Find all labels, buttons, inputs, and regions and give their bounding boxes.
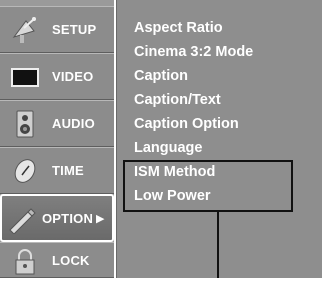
- submenu-item-caption-text[interactable]: Caption/Text: [134, 92, 221, 108]
- chevron-right-icon: ▶: [96, 212, 105, 225]
- menu-item-video[interactable]: VIDEO: [0, 53, 114, 100]
- tv-screen-icon: [10, 62, 40, 92]
- menu-item-label: AUDIO: [52, 116, 95, 131]
- submenu-item-language[interactable]: Language: [134, 140, 202, 156]
- submenu-item-caption-option[interactable]: Caption Option: [134, 116, 239, 132]
- menu-item-label: LOCK: [52, 252, 90, 268]
- menu-item-option[interactable]: OPTION ▶: [0, 194, 114, 242]
- main-menu: SETUP VIDEO AUDIO TIME OPTION ▶ LOCK: [0, 0, 114, 278]
- callout-box: [123, 160, 293, 212]
- pen-icon: [6, 204, 36, 235]
- submenu-item-caption[interactable]: Caption: [134, 68, 188, 84]
- submenu-panel: Aspect Ratio Cinema 3:2 Mode Caption Cap…: [116, 0, 322, 278]
- submenu-item-aspect-ratio[interactable]: Aspect Ratio: [134, 20, 223, 36]
- padlock-icon: [10, 247, 40, 277]
- menu-item-time[interactable]: TIME: [0, 147, 114, 194]
- menu-item-label: OPTION: [42, 210, 94, 226]
- submenu-item-cinema-mode[interactable]: Cinema 3:2 Mode: [134, 44, 253, 60]
- callout-pointer-line: [217, 211, 219, 278]
- menu-item-audio[interactable]: AUDIO: [0, 100, 114, 147]
- menu-item-lock[interactable]: LOCK: [0, 242, 114, 278]
- menu-item-setup[interactable]: SETUP: [0, 6, 114, 53]
- satellite-dish-icon: [10, 15, 40, 45]
- clock-icon: [10, 156, 40, 186]
- speaker-icon: [10, 109, 40, 139]
- menu-item-label: SETUP: [52, 22, 97, 37]
- menu-item-label: TIME: [52, 163, 84, 178]
- menu-item-label: VIDEO: [52, 69, 94, 84]
